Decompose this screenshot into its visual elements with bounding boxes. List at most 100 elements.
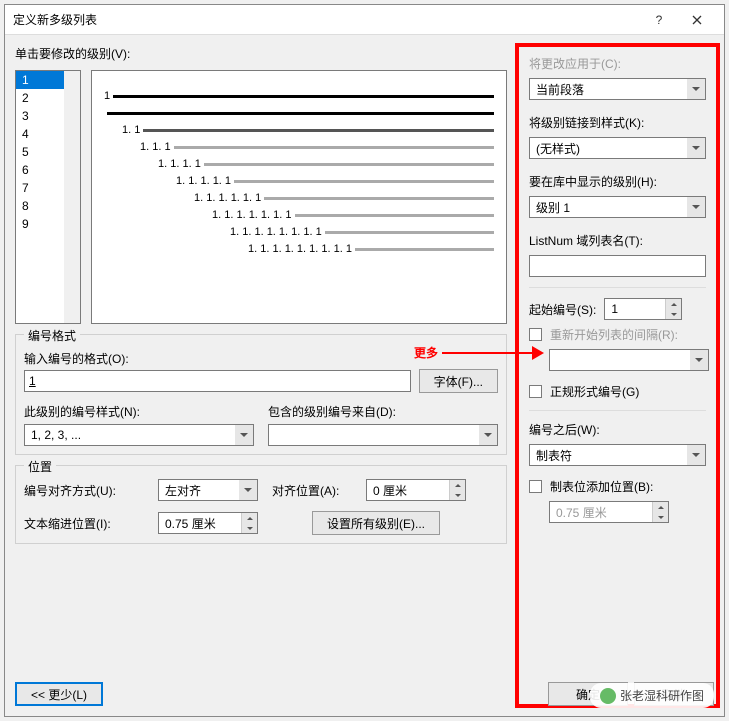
scroll-thumb[interactable]: [64, 87, 80, 307]
link-level-select[interactable]: (无样式): [529, 137, 706, 159]
include-from-label: 包含的级别编号来自(D):: [268, 403, 498, 420]
level-item-4[interactable]: 4: [16, 125, 64, 143]
link-level-label: 将级别链接到样式(K):: [529, 114, 706, 131]
scroll-down-button[interactable]: ▼: [64, 307, 80, 323]
dropdown-icon: [687, 79, 705, 99]
titlebar: 定义新多级列表 ?: [5, 5, 724, 35]
restart-checkbox[interactable]: [529, 328, 542, 341]
level-listbox[interactable]: 1 2 3 4 5 6 7 8 9 ▲ ▼: [15, 70, 81, 324]
aligned-at-value: 0 厘米: [367, 480, 449, 500]
set-all-levels-button[interactable]: 设置所有级别(E)...: [312, 511, 440, 535]
start-at-spinner[interactable]: 1: [604, 298, 682, 320]
preview-bar: [143, 129, 494, 132]
dialog-title: 定义新多级列表: [13, 11, 640, 28]
restart-after-label: 重新开始列表的间隔(R):: [550, 326, 678, 343]
preview-number: 1. 1. 1: [140, 141, 174, 153]
add-tab-stop-spinner[interactable]: 0.75 厘米: [549, 501, 669, 523]
preview-row: 1. 1. 1. 1: [158, 158, 494, 170]
right-pane: 将更改应用于(C): 当前段落 将级别链接到样式(K): (无样式) 要在库中显…: [515, 43, 720, 708]
dialog-body: 单击要修改的级别(V): 1 2 3 4 5 6 7 8 9 ▲: [5, 35, 724, 716]
more-annotation: 更多: [414, 344, 542, 361]
dropdown-icon: [235, 425, 253, 445]
this-level-style-label: 此级别的编号样式(N):: [24, 403, 254, 420]
preview-bar: [325, 231, 494, 234]
level-item-8[interactable]: 8: [16, 197, 64, 215]
number-format-legend: 编号格式: [24, 327, 80, 344]
add-tab-stop-checkbox[interactable]: [529, 480, 542, 493]
level-listbox-inner: 1 2 3 4 5 6 7 8 9 ▲ ▼: [16, 71, 80, 323]
preview-row: 1. 1. 1. 1. 1. 1. 1: [212, 209, 494, 221]
apply-changes-select[interactable]: 当前段落: [529, 78, 706, 100]
text-indent-spinner[interactable]: 0.75 厘米: [158, 512, 258, 534]
less-button[interactable]: << 更少(L): [15, 682, 103, 706]
preview-number: 1. 1. 1. 1. 1: [176, 175, 234, 187]
preview-number: 1. 1: [122, 124, 143, 136]
include-from-select[interactable]: [268, 424, 498, 446]
scroll-up-button[interactable]: ▲: [64, 71, 80, 87]
follow-number-label: 编号之后(W):: [529, 421, 706, 438]
preview-number: 1. 1. 1. 1: [158, 158, 204, 170]
position-group: 位置 编号对齐方式(U): 左对齐 对齐位置(A): 0 厘米: [15, 465, 507, 544]
position-legend: 位置: [24, 458, 56, 475]
spin-up-icon[interactable]: [241, 513, 257, 523]
aligned-at-label: 对齐位置(A):: [272, 482, 352, 499]
apply-changes-value: 当前段落: [530, 81, 687, 98]
preview-row: 1: [104, 90, 494, 102]
preview-number: 1. 1. 1. 1. 1. 1. 1. 1. 1: [248, 243, 355, 255]
spin-down-icon[interactable]: [449, 490, 465, 500]
number-align-select[interactable]: 左对齐: [158, 479, 258, 501]
top-row: 1 2 3 4 5 6 7 8 9 ▲ ▼: [15, 70, 507, 324]
preview-bar: [295, 214, 494, 217]
this-level-style-select[interactable]: 1, 2, 3, ...: [24, 424, 254, 446]
preview-row: 1. 1. 1. 1. 1. 1. 1. 1. 1: [248, 243, 494, 255]
spin-down-icon[interactable]: [652, 512, 668, 522]
text-indent-label: 文本缩进位置(I):: [24, 515, 144, 532]
follow-number-select[interactable]: 制表符: [529, 444, 706, 466]
start-at-value: 1: [605, 299, 665, 319]
restart-after-select[interactable]: [549, 349, 709, 371]
link-level-value: (无样式): [530, 140, 687, 157]
level-scrollbar[interactable]: ▲ ▼: [64, 71, 80, 323]
level-item-2[interactable]: 2: [16, 89, 64, 107]
aligned-at-spinner[interactable]: 0 厘米: [366, 479, 466, 501]
preview-bar: [355, 248, 494, 251]
spin-up-icon[interactable]: [449, 480, 465, 490]
click-level-label: 单击要修改的级别(V):: [15, 45, 507, 62]
spin-down-icon[interactable]: [665, 309, 681, 319]
more-text: 更多: [414, 344, 438, 361]
preview-bar: [264, 197, 494, 200]
help-button[interactable]: ?: [640, 5, 678, 35]
text-indent-value: 0.75 厘米: [159, 513, 241, 533]
number-format-input[interactable]: [24, 370, 411, 392]
legal-style-label: 正规形式编号(G): [550, 383, 639, 400]
wechat-icon: [600, 688, 616, 704]
show-in-gallery-label: 要在库中显示的级别(H):: [529, 173, 706, 190]
spin-up-icon[interactable]: [652, 502, 668, 512]
preview-row: 1. 1. 1. 1. 1. 1. 1. 1: [230, 226, 494, 238]
preview-bar: [174, 146, 494, 149]
dropdown-icon: [239, 480, 257, 500]
level-item-7[interactable]: 7: [16, 179, 64, 197]
start-at-label: 起始编号(S):: [529, 301, 596, 318]
close-button[interactable]: [678, 5, 716, 35]
show-in-gallery-select[interactable]: 级别 1: [529, 196, 706, 218]
legal-style-checkbox[interactable]: [529, 385, 542, 398]
dropdown-icon: [687, 445, 705, 465]
level-item-3[interactable]: 3: [16, 107, 64, 125]
spin-down-icon[interactable]: [241, 523, 257, 533]
follow-number-value: 制表符: [530, 447, 687, 464]
level-item-5[interactable]: 5: [16, 143, 64, 161]
dropdown-icon: [687, 138, 705, 158]
add-tab-stop-value: 0.75 厘米: [550, 502, 652, 522]
preview-bar: [107, 112, 494, 115]
level-item-9[interactable]: 9: [16, 215, 64, 233]
preview-row: [104, 107, 494, 119]
spin-up-icon[interactable]: [665, 299, 681, 309]
font-button[interactable]: 字体(F)...: [419, 369, 498, 393]
dialog-window: 定义新多级列表 ? 单击要修改的级别(V): 1 2 3 4 5 6 7: [4, 4, 725, 717]
level-item-6[interactable]: 6: [16, 161, 64, 179]
close-icon: [692, 15, 702, 25]
watermark-text: 张老湿科研作图: [620, 687, 704, 704]
level-item-1[interactable]: 1: [16, 71, 64, 89]
listnum-input[interactable]: [529, 255, 706, 277]
